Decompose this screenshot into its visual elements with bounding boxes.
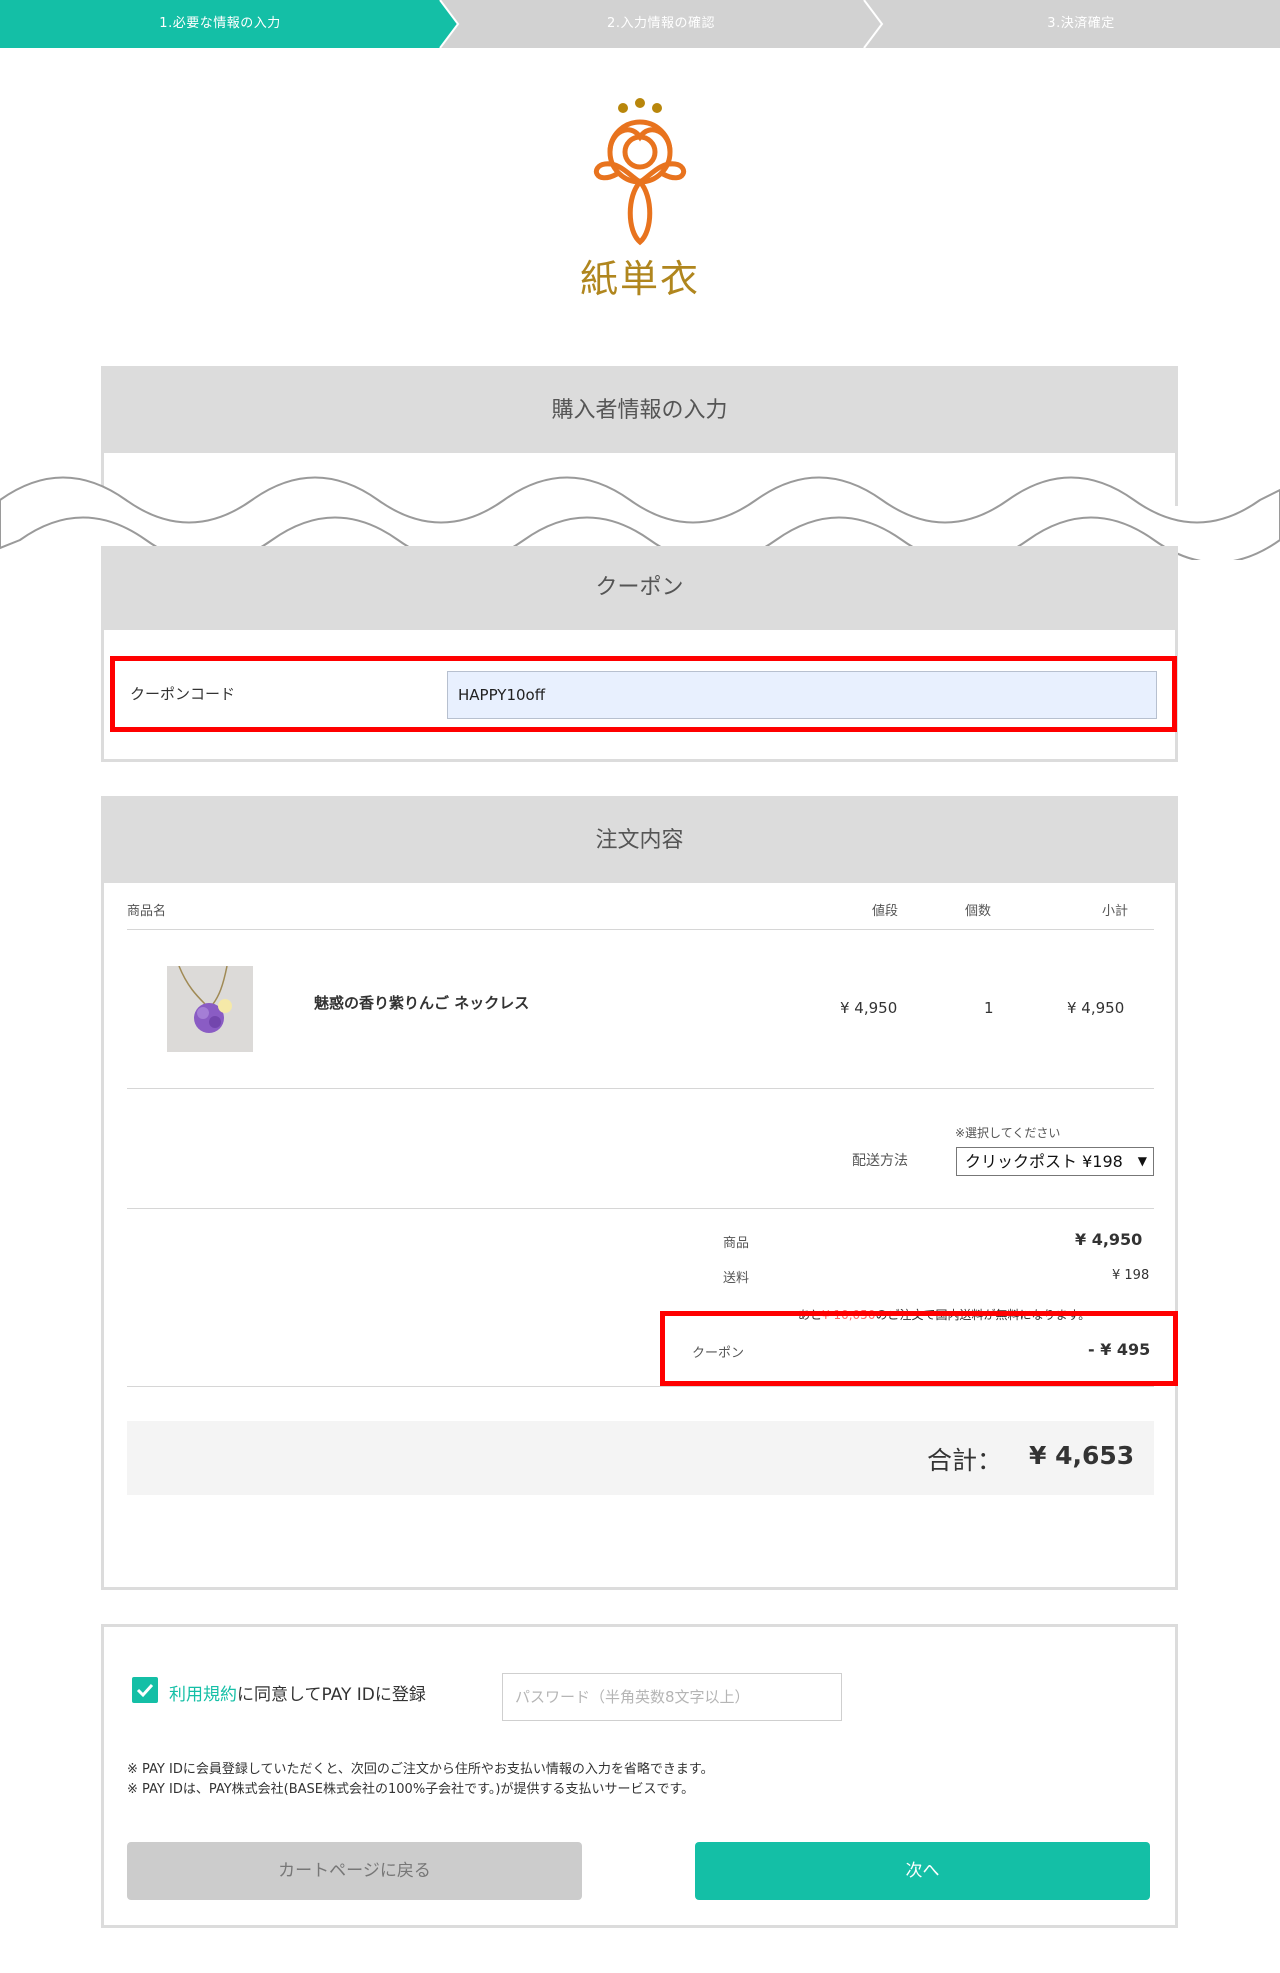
- table-divider: [127, 1208, 1154, 1209]
- product-thumbnail[interactable]: [167, 966, 253, 1052]
- payid-note-1: ※ PAY IDに会員登録していただくと、次回のご注文から住所やお支払い情報の入…: [127, 1762, 714, 1777]
- summary-coupon-label: クーポン: [692, 1346, 745, 1361]
- column-header-qty: 個数: [965, 904, 992, 919]
- table-divider: [127, 929, 1154, 930]
- terms-link[interactable]: 利用規約: [169, 1685, 237, 1705]
- payid-password-input[interactable]: パスワード（半角英数8文字以上）: [502, 1673, 842, 1721]
- product-price: ¥ 4,950: [840, 999, 898, 1017]
- summary-coupon-value: - ¥ 495: [1088, 1340, 1151, 1359]
- shipping-note: ※選択してください: [955, 1126, 1061, 1140]
- step-1-label: 1.必要な情報の入力: [159, 16, 281, 31]
- order-section-title: 注文内容: [104, 799, 1175, 883]
- logo-text: 紙単衣: [579, 257, 700, 301]
- shipping-method-select[interactable]: クリックポスト ¥198 ▼: [956, 1147, 1154, 1176]
- payid-agree-checkbox[interactable]: [132, 1677, 158, 1703]
- coupon-code-label: クーポンコード: [130, 685, 236, 703]
- back-to-cart-button[interactable]: カートページに戻る: [127, 1842, 582, 1900]
- payid-note-2: ※ PAY IDは、PAY株式会社(BASE株式会社の100%子会社です。)が提…: [127, 1782, 695, 1797]
- summary-goods-label: 商品: [723, 1236, 750, 1251]
- coupon-code-input[interactable]: [447, 671, 1157, 719]
- order-total-bar: 合計： ¥ 4,653: [127, 1421, 1154, 1495]
- product-name[interactable]: 魅惑の香り紫りんご ネックレス: [314, 992, 529, 1013]
- checkmark-icon: [136, 1683, 154, 1698]
- step-2-label: 2.入力情報の確認: [607, 16, 715, 31]
- column-header-subtotal: 小計: [1102, 904, 1129, 919]
- product-subtotal: ¥ 4,950: [1067, 999, 1125, 1017]
- summary-goods-value: ¥ 4,950: [1075, 1230, 1143, 1249]
- shipping-method-label: 配送方法: [852, 1153, 908, 1169]
- checkout-progress-bar: 1.必要な情報の入力 2.入力情報の確認 3.決済確定: [0, 0, 1280, 48]
- shop-logo[interactable]: 紙単衣: [575, 96, 705, 301]
- next-button[interactable]: 次へ: [695, 1842, 1150, 1900]
- logo-mark-icon: [593, 98, 687, 246]
- column-header-name: 商品名: [127, 904, 167, 919]
- buyer-info-title: 購入者情報の入力: [104, 369, 1175, 453]
- total-value: ¥ 4,653: [1029, 1441, 1135, 1470]
- chevron-down-icon: ▼: [1137, 1154, 1147, 1168]
- total-label: 合計：: [927, 1446, 1003, 1475]
- table-divider: [127, 1386, 1154, 1387]
- shipping-method-value: クリックポスト ¥198: [965, 1152, 1123, 1171]
- payid-agree-text: 利用規約に同意してPAY IDに登録: [169, 1680, 426, 1705]
- password-placeholder: パスワード（半角英数8文字以上）: [515, 1688, 750, 1706]
- product-qty: 1: [984, 999, 994, 1017]
- payid-agree-label: に同意してPAY IDに登録: [237, 1685, 426, 1705]
- coupon-section-title: クーポン: [104, 546, 1175, 630]
- table-divider: [127, 1088, 1154, 1089]
- step-3-label: 3.決済確定: [1047, 16, 1115, 31]
- summary-shipping-value: ¥ 198: [1112, 1268, 1150, 1283]
- summary-shipping-label: 送料: [723, 1271, 750, 1286]
- coupon-code-row-highlight: クーポンコード: [110, 656, 1177, 732]
- column-header-price: 値段: [872, 904, 899, 919]
- necklace-image-icon: [167, 966, 253, 1052]
